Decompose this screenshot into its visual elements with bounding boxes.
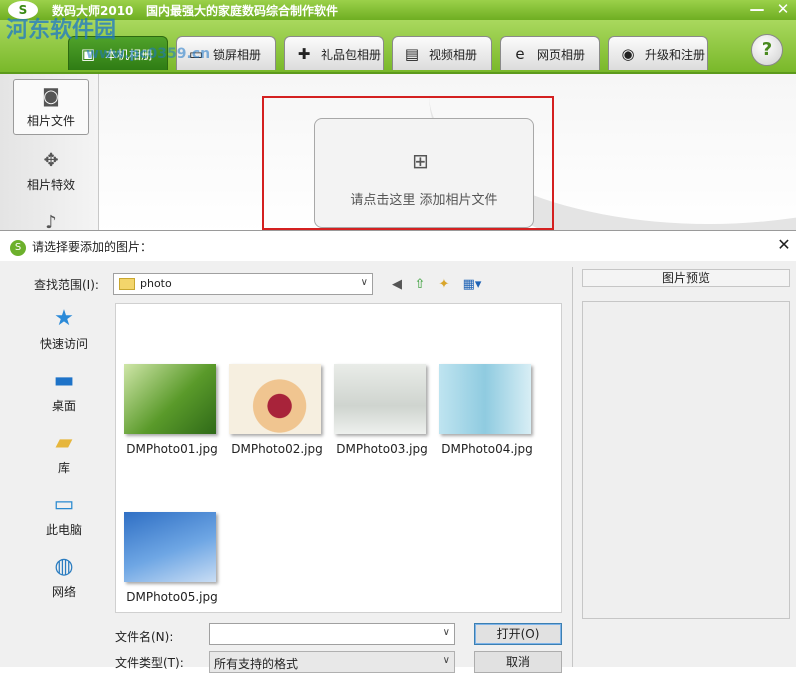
tab-label: 锁屏相册 xyxy=(213,48,262,62)
computer-icon: ▭ xyxy=(53,492,75,517)
library-icon: ▰ xyxy=(55,430,73,455)
minimize-button[interactable]: — xyxy=(746,0,768,18)
tab-label: 视频相册 xyxy=(429,48,478,62)
tab-label: 升级和注册 xyxy=(645,48,706,62)
nav-label: 相片特效 xyxy=(26,178,75,192)
place-this-pc[interactable]: ▭ 此电脑 xyxy=(18,487,110,545)
look-in-dropdown[interactable]: photo ∨ xyxy=(113,273,373,295)
watermark-text: 河东软件园 xyxy=(6,18,117,43)
tab-upgrade-register[interactable]: ◉ 升级和注册 xyxy=(608,36,708,70)
app-slogan: 国内最强大的家庭数码综合制作软件 xyxy=(146,4,339,18)
dialog-app-icon: S xyxy=(10,239,26,256)
place-network[interactable]: ◍ 网络 xyxy=(18,549,110,607)
dialog-body: 查找范围(I): photo ∨ ◀ ⇧ ✦ ▦▾ ★ 快速访问 ▬ 桌面 ▰ … xyxy=(0,261,796,673)
file-item[interactable]: DMPhoto05.jpg xyxy=(120,512,224,612)
file-name-label: 文件名(N): xyxy=(115,630,174,644)
close-app-button[interactable]: ✕ xyxy=(772,0,794,18)
network-icon: ◍ xyxy=(54,554,74,579)
file-type-value: 所有支持的格式 xyxy=(214,657,299,671)
dialog-title-bar: S 请选择要添加的图片： xyxy=(10,237,152,257)
chevron-down-icon: ∨ xyxy=(360,277,368,288)
back-button[interactable]: ◀ xyxy=(387,275,407,295)
file-item[interactable]: DMPhoto03.jpg xyxy=(330,364,434,464)
add-photo-button[interactable]: ⊞ 请点击这里 添加相片文件 xyxy=(314,118,534,228)
dialog-close-button[interactable]: ✕ xyxy=(774,235,794,255)
file-thumbnail xyxy=(334,364,426,434)
watermark-url: www.pc0359.cn xyxy=(86,46,211,62)
cancel-button[interactable]: 取消 xyxy=(474,651,562,673)
tab-label: 网页相册 xyxy=(537,48,586,62)
title-bar: S 数码大师2010 国内最强大的家庭数码综合制作软件 — ✕ xyxy=(0,0,796,20)
add-photo-label: 请点击这里 添加相片文件 xyxy=(350,193,498,208)
tab-gift-album[interactable]: ✚ 礼品包相册 xyxy=(284,36,384,70)
effects-icon: ✥ xyxy=(43,150,59,171)
camera-icon: ◙ xyxy=(42,86,60,107)
place-label: 网络 xyxy=(51,585,76,599)
ie-icon: e xyxy=(515,45,525,63)
file-item[interactable]: DMPhoto01.jpg xyxy=(120,364,224,464)
preview-title: 图片预览 xyxy=(582,269,790,287)
nav-photo-effects[interactable]: ✥ 相片特效 xyxy=(13,144,89,200)
up-folder-button[interactable]: ⇧ xyxy=(410,275,430,295)
place-library[interactable]: ▰ 库 xyxy=(18,425,110,483)
look-in-value: photo xyxy=(140,277,172,290)
folder-icon xyxy=(119,278,135,290)
film-icon: ▤ xyxy=(404,45,420,63)
file-name-input[interactable]: ∨ xyxy=(209,623,455,645)
file-name: DMPhoto03.jpg xyxy=(336,442,428,456)
place-label: 此电脑 xyxy=(45,523,82,537)
file-dialog: S 请选择要添加的图片： ✕ 查找范围(I): photo ∨ ◀ ⇧ ✦ ▦▾ … xyxy=(0,230,796,673)
file-type-dropdown[interactable]: 所有支持的格式 ∨ xyxy=(209,651,455,673)
look-in-label: 查找范围(I): xyxy=(34,278,99,292)
chevron-down-icon: ∨ xyxy=(442,655,450,666)
new-folder-button[interactable]: ✦ xyxy=(434,275,454,295)
view-menu-button[interactable]: ▦▾ xyxy=(458,275,486,295)
tab-web-album[interactable]: e 网页相册 xyxy=(500,36,600,70)
file-thumbnail xyxy=(439,364,531,434)
place-label: 桌面 xyxy=(51,399,76,413)
file-name: DMPhoto05.jpg xyxy=(126,590,218,604)
tab-label: 礼品包相册 xyxy=(321,48,382,62)
add-photo-icon: ⊞ xyxy=(412,149,429,173)
globe-icon: ◉ xyxy=(621,45,635,63)
place-label: 快速访问 xyxy=(39,337,88,351)
dialog-title: 请选择要添加的图片： xyxy=(32,240,153,254)
file-name: DMPhoto01.jpg xyxy=(126,442,218,456)
preview-divider xyxy=(572,267,573,667)
file-list: DMPhoto01.jpg DMPhoto02.jpg DMPhoto03.jp… xyxy=(115,303,562,613)
tab-video-album[interactable]: ▤ 视频相册 xyxy=(392,36,492,70)
open-button[interactable]: 打开(O) xyxy=(474,623,562,645)
file-type-label: 文件类型(T): xyxy=(115,656,184,670)
file-name: DMPhoto02.jpg xyxy=(231,442,323,456)
nav-photo-files[interactable]: ◙ 相片文件 xyxy=(13,79,89,135)
place-desktop[interactable]: ▬ 桌面 xyxy=(18,363,110,421)
file-thumbnail xyxy=(229,364,321,434)
side-nav: ◙ 相片文件 ✥ 相片特效 ♪ xyxy=(0,74,99,234)
gift-icon: ✚ xyxy=(297,45,311,63)
help-button[interactable]: ? xyxy=(751,34,783,66)
places-bar: ★ 快速访问 ▬ 桌面 ▰ 库 ▭ 此电脑 ◍ 网络 xyxy=(18,301,110,613)
file-thumbnail xyxy=(124,364,216,434)
file-thumbnail xyxy=(124,512,216,582)
preview-pane xyxy=(582,301,790,619)
nav-label: 相片文件 xyxy=(26,114,75,128)
file-item[interactable]: DMPhoto04.jpg xyxy=(435,364,539,464)
star-icon: ★ xyxy=(54,306,74,331)
place-quick-access[interactable]: ★ 快速访问 xyxy=(18,301,110,359)
desktop-icon: ▬ xyxy=(53,368,75,393)
file-name: DMPhoto04.jpg xyxy=(441,442,533,456)
chevron-down-icon: ∨ xyxy=(442,627,450,638)
place-label: 库 xyxy=(57,461,70,475)
file-item[interactable]: DMPhoto02.jpg xyxy=(225,364,329,464)
